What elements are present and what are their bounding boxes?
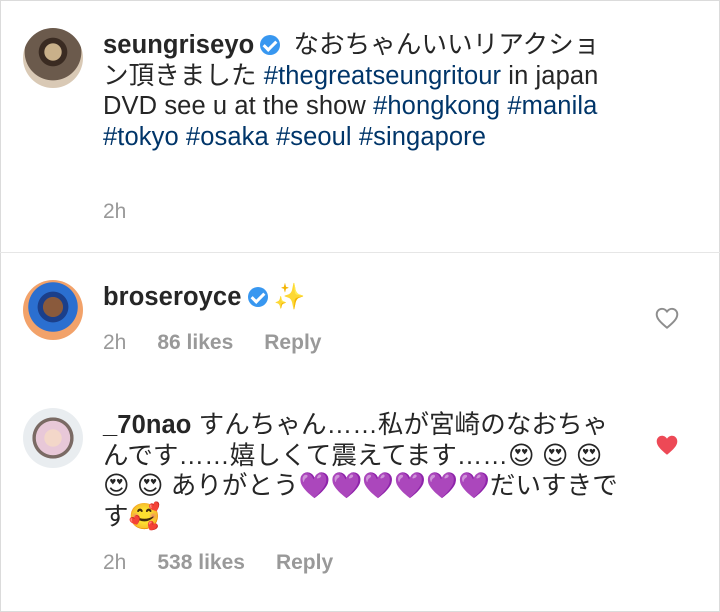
comment-username[interactable]: _70nao xyxy=(103,411,191,439)
avatar-seungriseyo[interactable] xyxy=(23,28,83,88)
verified-badge-icon xyxy=(260,35,281,55)
comment-meta: 2h 538 likes Reply xyxy=(103,551,364,575)
comment-text: _70nao すんちゃん……私が宮崎のなおちゃんです……嬉しくて震えてます……😍… xyxy=(103,410,623,532)
comment-username[interactable]: broseroyce xyxy=(103,283,242,311)
comment-likes[interactable]: 86 likes xyxy=(157,331,233,354)
comment-body: ✨ xyxy=(273,283,306,311)
divider xyxy=(0,252,720,253)
verified-badge-icon xyxy=(247,287,268,307)
caption-text: seungriseyo なおちゃんいいリアクション頂きました #thegreat… xyxy=(103,30,613,152)
comment-timestamp[interactable]: 2h xyxy=(103,331,126,354)
reply-button[interactable]: Reply xyxy=(264,331,321,354)
hashtag-link[interactable]: #hongkong xyxy=(373,92,500,120)
avatar-broseroyce[interactable] xyxy=(23,280,83,340)
heart-filled-icon[interactable] xyxy=(654,432,680,458)
caption-meta: 2h xyxy=(103,200,157,224)
caption-timestamp[interactable]: 2h xyxy=(103,200,126,223)
heart-outline-icon[interactable] xyxy=(654,305,680,331)
comment-text: broseroyce ✨ xyxy=(103,282,623,313)
hashtag-link[interactable]: #thegreatseungritour xyxy=(264,62,501,90)
comment-timestamp[interactable]: 2h xyxy=(103,551,126,574)
hashtag-link[interactable]: #seoul xyxy=(276,123,352,151)
hashtag-link[interactable]: #manila xyxy=(507,92,597,120)
avatar-70nao[interactable] xyxy=(23,408,83,468)
hashtag-link[interactable]: #osaka xyxy=(186,123,269,151)
hashtag-link[interactable]: #tokyo xyxy=(103,123,179,151)
comment-likes[interactable]: 538 likes xyxy=(157,551,245,574)
hashtag-link[interactable]: #singapore xyxy=(359,123,486,151)
caption-username[interactable]: seungriseyo xyxy=(103,31,254,59)
reply-button[interactable]: Reply xyxy=(276,551,333,574)
comment-meta: 2h 86 likes Reply xyxy=(103,331,352,355)
